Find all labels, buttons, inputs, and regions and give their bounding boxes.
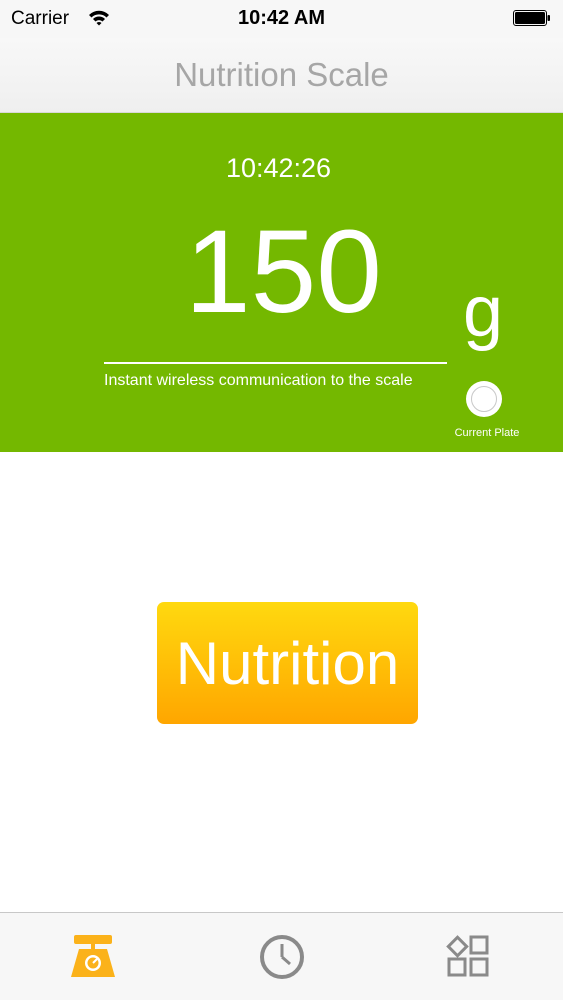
battery-icon	[513, 10, 550, 26]
radio-circle-icon	[471, 386, 497, 412]
tab-bar	[0, 912, 563, 1000]
reading-time: 10:42:26	[225, 153, 332, 183]
tab-scale[interactable]	[43, 913, 143, 1001]
nutrition-button[interactable]: Nutrition	[157, 602, 418, 724]
page-title: Nutrition Scale	[174, 56, 389, 93]
status-time: 10:42 AM	[237, 7, 326, 29]
scale-reading-panel: 10:42:26 150 g Instant wireless communic…	[0, 113, 563, 452]
status-bar: Carrier 10:42 AM	[0, 0, 563, 38]
current-plate-button[interactable]	[466, 381, 502, 417]
navigation-bar: Nutrition Scale	[0, 38, 563, 113]
divider-line	[104, 362, 447, 364]
tab-history[interactable]	[232, 913, 332, 1001]
current-plate-label: Current Plate	[454, 427, 520, 439]
tab-more[interactable]	[418, 913, 518, 1001]
grid-icon	[446, 935, 489, 977]
connection-caption: Instant wireless communication to the sc…	[104, 372, 413, 389]
clock-icon	[260, 935, 304, 979]
weight-unit: g	[463, 272, 504, 352]
scale-icon	[71, 935, 115, 977]
